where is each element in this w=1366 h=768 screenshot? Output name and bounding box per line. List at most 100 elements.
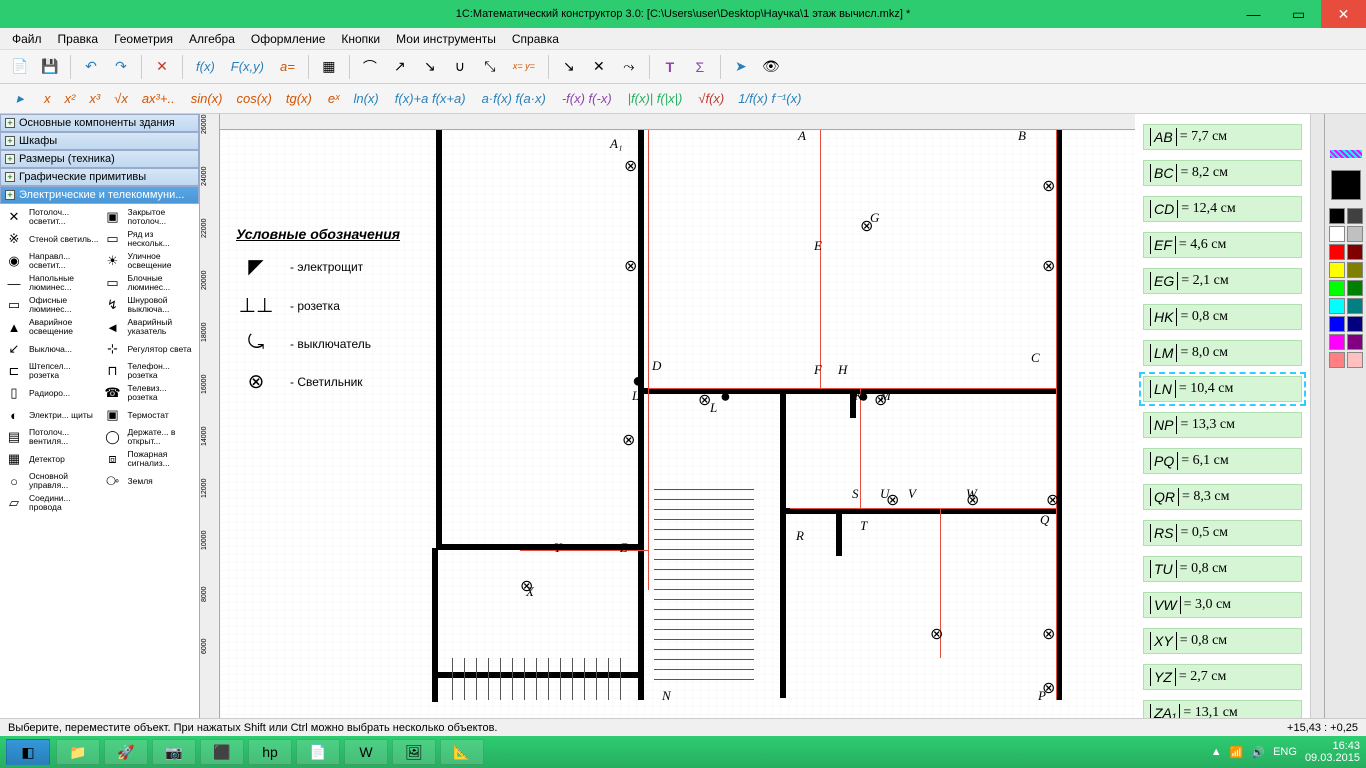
line1-button[interactable]: ↘	[555, 53, 583, 81]
tool-item[interactable]: ▯Радиоро...	[2, 384, 99, 402]
canvas[interactable]: Условные обозначения ◤- электрощит⊥⊥- ро…	[220, 130, 1135, 718]
tool-item[interactable]: ▲Аварийное освещение	[2, 318, 99, 336]
color-swatch[interactable]	[1347, 334, 1363, 350]
tool-item[interactable]: ⊏Штепсел... розетка	[2, 362, 99, 380]
tool-item[interactable]: ⊹Регулятор света	[101, 340, 198, 358]
taskbar-app[interactable]: 📷	[152, 739, 196, 765]
f-cos[interactable]: cos(x)	[230, 89, 277, 108]
curve3-button[interactable]: ↘	[416, 53, 444, 81]
tool-item[interactable]: ◯Держате... в открыт...	[101, 428, 198, 446]
menu-geometry[interactable]: Геометрия	[106, 30, 181, 48]
a-eq-button[interactable]: a=	[273, 53, 302, 81]
cat-dimensions[interactable]: +Размеры (техника)	[0, 150, 199, 168]
measurement[interactable]: PQ = 6,1 см	[1143, 448, 1302, 474]
f-tg[interactable]: tg(x)	[280, 89, 318, 108]
tool-item[interactable]: ▭Ряд из нескольк...	[101, 230, 198, 248]
measurement[interactable]: BC = 8,2 см	[1143, 160, 1302, 186]
measurement[interactable]: EF = 4,6 см	[1143, 232, 1302, 258]
color-swatch[interactable]	[1347, 244, 1363, 260]
tool-item[interactable]: ↙Выключа...	[2, 340, 99, 358]
measurement[interactable]: NP = 13,3 см	[1143, 412, 1302, 438]
taskbar-app[interactable]: 📐	[440, 739, 484, 765]
color-swatch[interactable]	[1347, 298, 1363, 314]
clock[interactable]: 16:43 09.03.2015	[1305, 740, 1360, 764]
maximize-button[interactable]: ▭	[1276, 0, 1321, 28]
tool-item[interactable]: ☀Уличное освещение	[101, 252, 198, 270]
menu-help[interactable]: Справка	[504, 30, 567, 48]
tool-item[interactable]	[101, 494, 198, 512]
measurement[interactable]: QR = 8,3 см	[1143, 484, 1302, 510]
f-x2[interactable]: x²	[59, 89, 82, 108]
cat-cabinets[interactable]: +Шкафы	[0, 132, 199, 150]
current-color[interactable]	[1331, 170, 1361, 200]
xy-button[interactable]: x= y=	[506, 53, 542, 81]
tool-item[interactable]: ▭Блочные люминес...	[101, 274, 198, 292]
tool-item[interactable]: ◉Направл... осветит...	[2, 252, 99, 270]
tray-icon[interactable]: 🔊	[1251, 746, 1265, 759]
tool-item[interactable]: ▱Соедини... провода	[2, 494, 99, 512]
menu-buttons[interactable]: Кнопки	[333, 30, 388, 48]
tool-item[interactable]: ⊓Телефон... розетка	[101, 362, 198, 380]
tool-item[interactable]: ↯Шнуровой выключа...	[101, 296, 198, 314]
line2-button[interactable]: ✕	[585, 53, 613, 81]
f-sqrt[interactable]: √x	[108, 89, 134, 108]
color-swatch[interactable]	[1329, 352, 1345, 368]
measurement[interactable]: LN = 10,4 см	[1143, 376, 1302, 402]
grid-button[interactable]: ▦	[315, 53, 343, 81]
tool-item[interactable]: ▣Термостат	[101, 406, 198, 424]
tool-item[interactable]: ☎Телевиз... розетка	[101, 384, 198, 402]
axes-button[interactable]: ⤡	[476, 53, 504, 81]
cat-building[interactable]: +Основные компоненты здания	[0, 114, 199, 132]
color-swatch[interactable]	[1329, 334, 1345, 350]
pointer2-button[interactable]: ➤	[727, 53, 755, 81]
eye-button[interactable]: 👁	[757, 53, 785, 81]
taskbar-app[interactable]: ⬛	[200, 739, 244, 765]
measurement[interactable]: RS = 0,5 см	[1143, 520, 1302, 546]
menu-file[interactable]: Файл	[4, 30, 50, 48]
measurement[interactable]: HK = 0,8 см	[1143, 304, 1302, 330]
color-swatch[interactable]	[1329, 298, 1345, 314]
f-abs[interactable]: |f(x)| f(|x|)	[622, 89, 689, 108]
color-swatch[interactable]	[1329, 208, 1345, 224]
color-swatch[interactable]	[1329, 262, 1345, 278]
color-swatch[interactable]	[1329, 280, 1345, 296]
dashed-button[interactable]: ⤳	[615, 53, 643, 81]
delete-button[interactable]: ✕	[148, 53, 176, 81]
cat-primitives[interactable]: +Графические примитивы	[0, 168, 199, 186]
cat-electrical[interactable]: +Электрические и телекоммуни...	[0, 186, 199, 204]
save-button[interactable]: 💾	[36, 53, 64, 81]
f-x[interactable]: x	[38, 89, 57, 108]
f-plus[interactable]: f(x)+a f(x+a)	[389, 89, 472, 108]
redo-button[interactable]: ↷	[107, 53, 135, 81]
new-button[interactable]: 📄	[6, 53, 34, 81]
f-sqrtf[interactable]: √f(x)	[692, 89, 730, 108]
menu-mytools[interactable]: Мои инструменты	[388, 30, 504, 48]
curve1-button[interactable]: ⌒	[356, 53, 384, 81]
undo-button[interactable]: ↶	[77, 53, 105, 81]
tool-item[interactable]: ▣Закрытое потолоч...	[101, 208, 198, 226]
tool-item[interactable]: ◄Аварийный указатель	[101, 318, 198, 336]
tool-item[interactable]: —Напольные люминес...	[2, 274, 99, 292]
menu-format[interactable]: Оформление	[243, 30, 333, 48]
color-swatch[interactable]	[1347, 226, 1363, 242]
color-swatch[interactable]	[1329, 244, 1345, 260]
close-button[interactable]: ✕	[1321, 0, 1366, 28]
f-neg[interactable]: -f(x) f(-x)	[556, 89, 618, 108]
sigma-button[interactable]: Σ	[686, 53, 714, 81]
taskbar-app[interactable]: hp	[248, 739, 292, 765]
taskbar-app[interactable]: 🚀	[104, 739, 148, 765]
measurement[interactable]: XY = 0,8 см	[1143, 628, 1302, 654]
measurement[interactable]: CD = 12,4 см	[1143, 196, 1302, 222]
tool-item[interactable]: ✕Потолоч... осветит...	[2, 208, 99, 226]
parab-button[interactable]: ∪	[446, 53, 474, 81]
minimize-button[interactable]: —	[1231, 0, 1276, 28]
color-swatch[interactable]	[1329, 226, 1345, 242]
tool-item[interactable]: ▤Потолоч... вентиля...	[2, 428, 99, 446]
tray-icon[interactable]: ▲	[1211, 746, 1222, 758]
menu-edit[interactable]: Правка	[50, 30, 107, 48]
menu-algebra[interactable]: Алгебра	[181, 30, 243, 48]
color-swatch[interactable]	[1347, 208, 1363, 224]
color-swatch[interactable]	[1347, 352, 1363, 368]
color-swatch[interactable]	[1347, 262, 1363, 278]
f-ax3[interactable]: ax³+..	[136, 89, 181, 108]
